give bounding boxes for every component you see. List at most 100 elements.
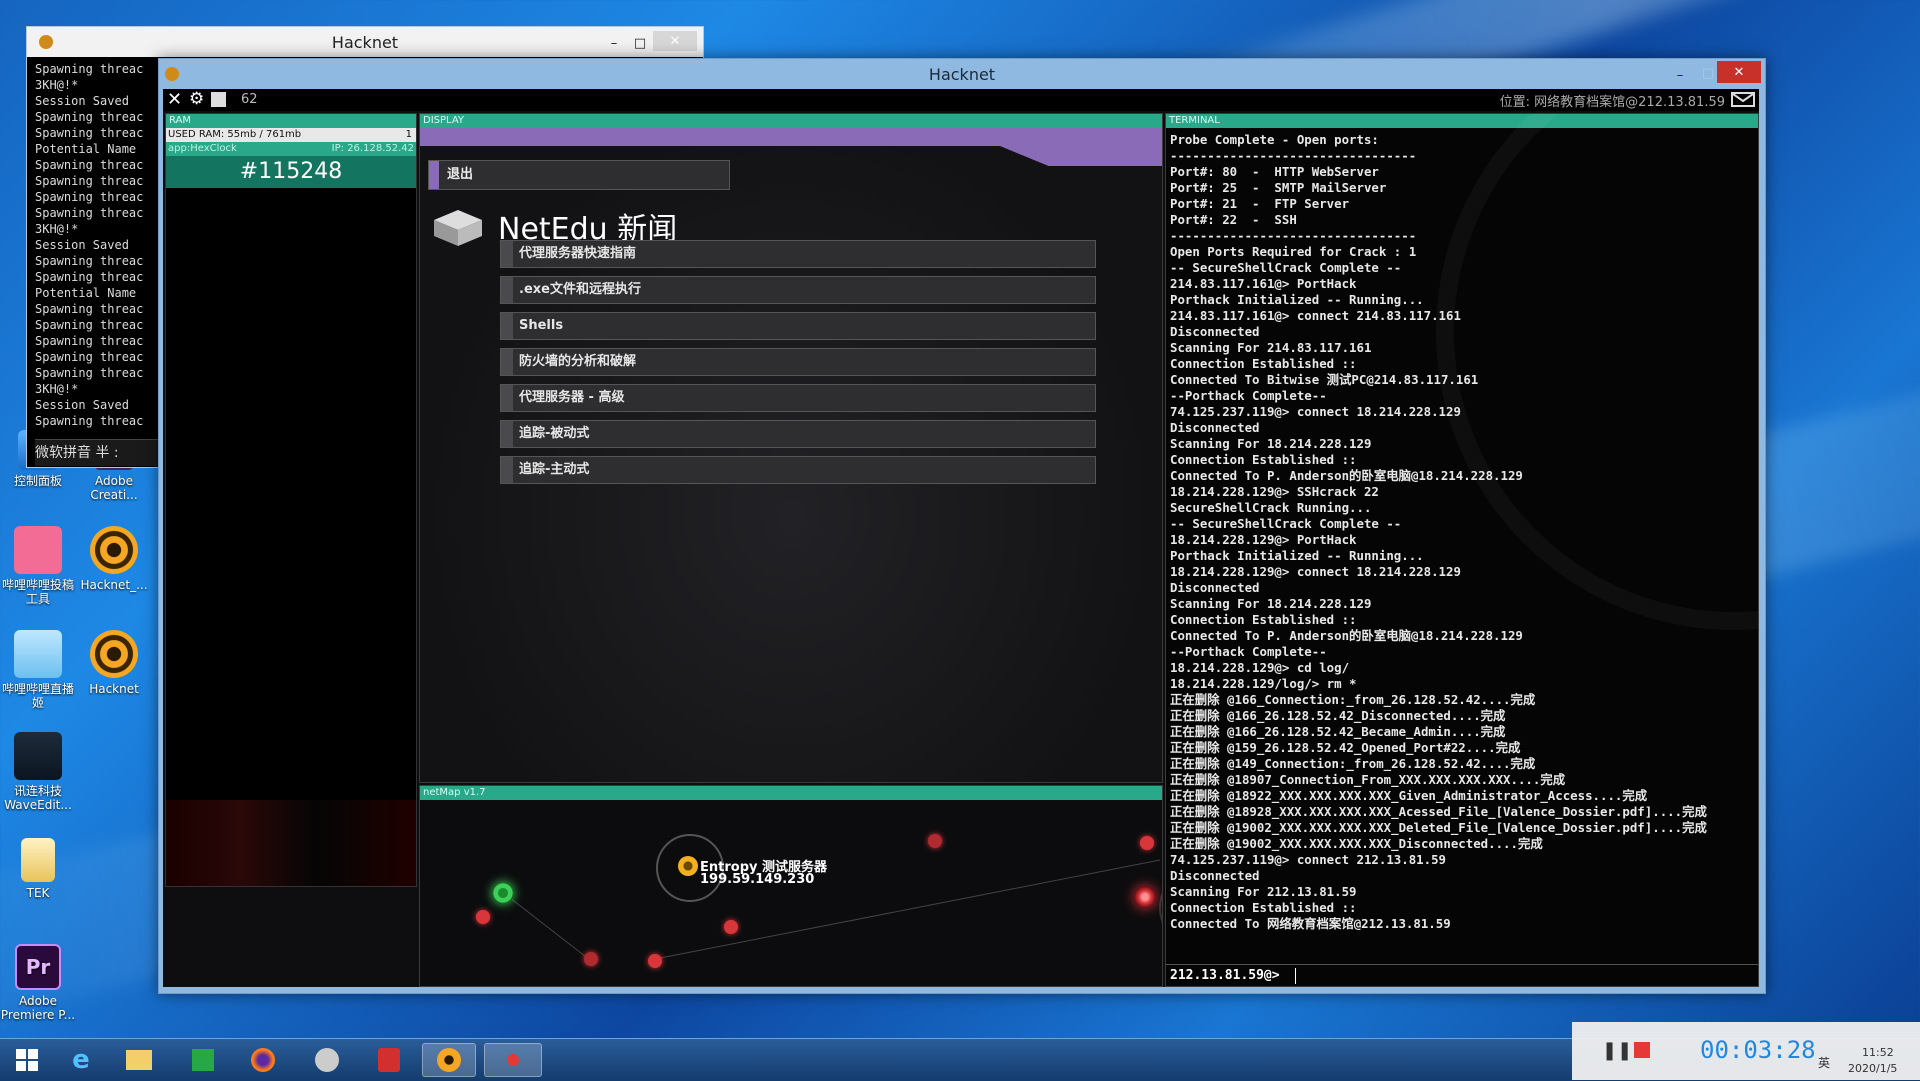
desktop-icon-tek[interactable]: TEK: [0, 838, 76, 900]
article-menu-item[interactable]: 追踪-被动式: [500, 420, 1096, 448]
ram-header: RAM: [166, 114, 416, 128]
article-menu-item[interactable]: 代理服务器 - 高级: [500, 384, 1096, 412]
taskbar-explorer[interactable]: [112, 1043, 166, 1077]
settings-gear-icon[interactable]: ⚙: [189, 89, 204, 109]
console-line: Spawning threac: [35, 350, 144, 364]
app-ip: IP: 26.128.52.42: [331, 143, 414, 154]
minimize-button[interactable]: –: [1667, 65, 1693, 85]
back-window-titlebar[interactable]: Hacknet – □ ✕: [27, 27, 703, 57]
terminal-line: 214.83.117.161@> PortHack: [1170, 276, 1357, 291]
main-window-titlebar[interactable]: Hacknet – □ ✕: [159, 59, 1765, 89]
live-icon: [14, 630, 62, 678]
record-icon: [507, 1054, 519, 1066]
article-menu-item[interactable]: 追踪-主动式: [500, 456, 1096, 484]
netmap-node-selected-core: [678, 856, 698, 876]
windows-logo-icon: [16, 1049, 38, 1071]
terminal-line: Scanning For 214.83.117.161: [1170, 340, 1372, 355]
close-button[interactable]: ✕: [653, 31, 697, 51]
desktop-icon-label: 控制面板: [13, 474, 62, 488]
save-disk-icon[interactable]: [211, 92, 226, 107]
taskbar-hacknet[interactable]: [422, 1043, 476, 1077]
terminal-line: Connected To 网络教育档案馆@212.13.81.59: [1170, 916, 1451, 931]
hexclock-display: #115248: [166, 156, 416, 188]
terminal-line: 18.214.228.129@> PortHack: [1170, 532, 1357, 547]
terminal-output: Probe Complete - Open ports: ------------…: [1170, 132, 1754, 932]
terminal-line: Port#: 21 - FTP Server: [1170, 196, 1350, 211]
hexclock-app-header[interactable]: app:HexClock IP: 26.128.52.42: [166, 142, 416, 156]
netmap-node[interactable]: [584, 952, 598, 966]
netmap-node[interactable]: [724, 920, 738, 934]
netmap-node[interactable]: [928, 834, 942, 848]
article-menu-item[interactable]: 代理服务器快速指南: [500, 240, 1096, 268]
terminal-line: 18.214.228.129/log/> rm *: [1170, 676, 1357, 691]
netmap-node[interactable]: [1140, 836, 1154, 850]
desktop-icon-bilibili-upload[interactable]: 哔哩哔哩投稿工具: [0, 526, 76, 606]
desktop-icon-waveeditor[interactable]: 讯连科技 WaveEdit...: [0, 732, 76, 812]
location-label: 位置: 网络教育档案馆@212.13.81.59: [1499, 95, 1725, 110]
terminal-line: Connection Established ::: [1170, 356, 1357, 371]
console-line: 3KH@!*: [35, 78, 79, 92]
exit-icon[interactable]: ✕: [167, 89, 182, 110]
netmap-node-home[interactable]: [492, 882, 514, 904]
shield-icon: [378, 1048, 400, 1072]
ram-usage-text: USED RAM: 55mb / 761mb: [168, 129, 302, 140]
close-button[interactable]: ✕: [1717, 61, 1761, 83]
netmap-node-connected[interactable]: [1134, 886, 1156, 908]
article-menu-item[interactable]: .exe文件和远程执行: [500, 276, 1096, 304]
terminal-line: Connected To Bitwise 测试PC@214.83.117.161: [1170, 372, 1479, 387]
terminal-prompt[interactable]: 212.13.81.59@>: [1170, 966, 1297, 986]
console-line: Spawning threac: [35, 126, 144, 140]
taskbar-store[interactable]: [176, 1043, 230, 1077]
netmap-node[interactable]: [648, 954, 662, 968]
main-hacknet-window[interactable]: Hacknet – □ ✕ ✕ ⚙ 62 位置: 网络教育档案馆@212.13.…: [158, 58, 1766, 994]
netmap-node[interactable]: [476, 910, 490, 924]
taskbar-firefox[interactable]: [236, 1043, 290, 1077]
start-button[interactable]: [0, 1043, 54, 1077]
terminal-line: -- SecureShellCrack Complete --: [1170, 516, 1402, 531]
terminal-line: Disconnected: [1170, 580, 1260, 595]
exit-site-button[interactable]: 退出: [428, 160, 730, 190]
terminal-panel[interactable]: TERMINAL Probe Complete - Open ports: ---…: [1165, 113, 1759, 987]
hacknet-client-area: ✕ ⚙ 62 位置: 网络教育档案馆@212.13.81.59 RAM USED…: [163, 89, 1759, 987]
maximize-button[interactable]: □: [627, 33, 653, 53]
menu-item-accent: [501, 277, 513, 303]
console-line: Session Saved: [35, 94, 129, 108]
terminal-line: Connection Established ::: [1170, 612, 1357, 627]
taskbar-recorder[interactable]: [484, 1043, 542, 1077]
minimize-button[interactable]: –: [601, 33, 627, 53]
folder-icon: [126, 1050, 152, 1070]
menu-item-label: 防火墙的分析和破解: [519, 354, 637, 369]
terminal-line: 74.125.237.119@> connect 18.214.228.129: [1170, 404, 1461, 419]
ime-indicator[interactable]: 英: [1818, 1054, 1830, 1071]
taskbar-security[interactable]: [362, 1043, 416, 1077]
tray-clock-time[interactable]: 11:52: [1862, 1046, 1894, 1059]
system-tray-area: ❚❚ 00:03:28 英 11:52 2020/1/5: [1572, 1022, 1920, 1080]
tray-clock-date[interactable]: 2020/1/5: [1848, 1062, 1897, 1075]
article-menu-item[interactable]: Shells: [500, 312, 1096, 340]
ie-icon: e: [72, 1045, 90, 1075]
taskbar-app[interactable]: [300, 1043, 354, 1077]
stop-icon[interactable]: [1634, 1042, 1650, 1058]
desktop-icon-hacknet-shortcut[interactable]: Hacknet_...: [76, 526, 152, 592]
desktop-icon-label: 哔哩哔哩直播姬: [1, 682, 74, 710]
desktop-icon-premiere[interactable]: Pr Adobe Premiere P...: [0, 944, 76, 1022]
terminal-prompt-text: 212.13.81.59@>: [1170, 968, 1280, 983]
terminal-line: --Porthack Complete--: [1170, 644, 1327, 659]
hacknet-icon: [90, 630, 138, 678]
ram-noise-visual: [166, 800, 416, 886]
desktop-icon-hacknet[interactable]: Hacknet: [76, 630, 152, 696]
pause-icon[interactable]: ❚❚: [1602, 1040, 1632, 1061]
console-line: Spawning threac: [35, 62, 144, 76]
desktop-icon-bilibili-live[interactable]: 哔哩哔哩直播姬: [0, 630, 76, 710]
article-menu-item[interactable]: 防火墙的分析和破解: [500, 348, 1096, 376]
exit-accent: [429, 161, 439, 189]
taskbar-ie[interactable]: e: [54, 1043, 108, 1077]
hacknet-icon: [90, 526, 138, 574]
terminal-line: SecureShellCrack Running...: [1170, 500, 1372, 515]
terminal-line: Scanning For 18.214.228.129: [1170, 596, 1372, 611]
terminal-line: 18.214.228.129@> connect 18.214.228.129: [1170, 564, 1461, 579]
netmap-canvas[interactable]: [420, 800, 1162, 986]
menu-item-accent: [501, 457, 513, 483]
mail-icon[interactable]: [1731, 92, 1755, 107]
terminal-line: Connection Established ::: [1170, 900, 1357, 915]
